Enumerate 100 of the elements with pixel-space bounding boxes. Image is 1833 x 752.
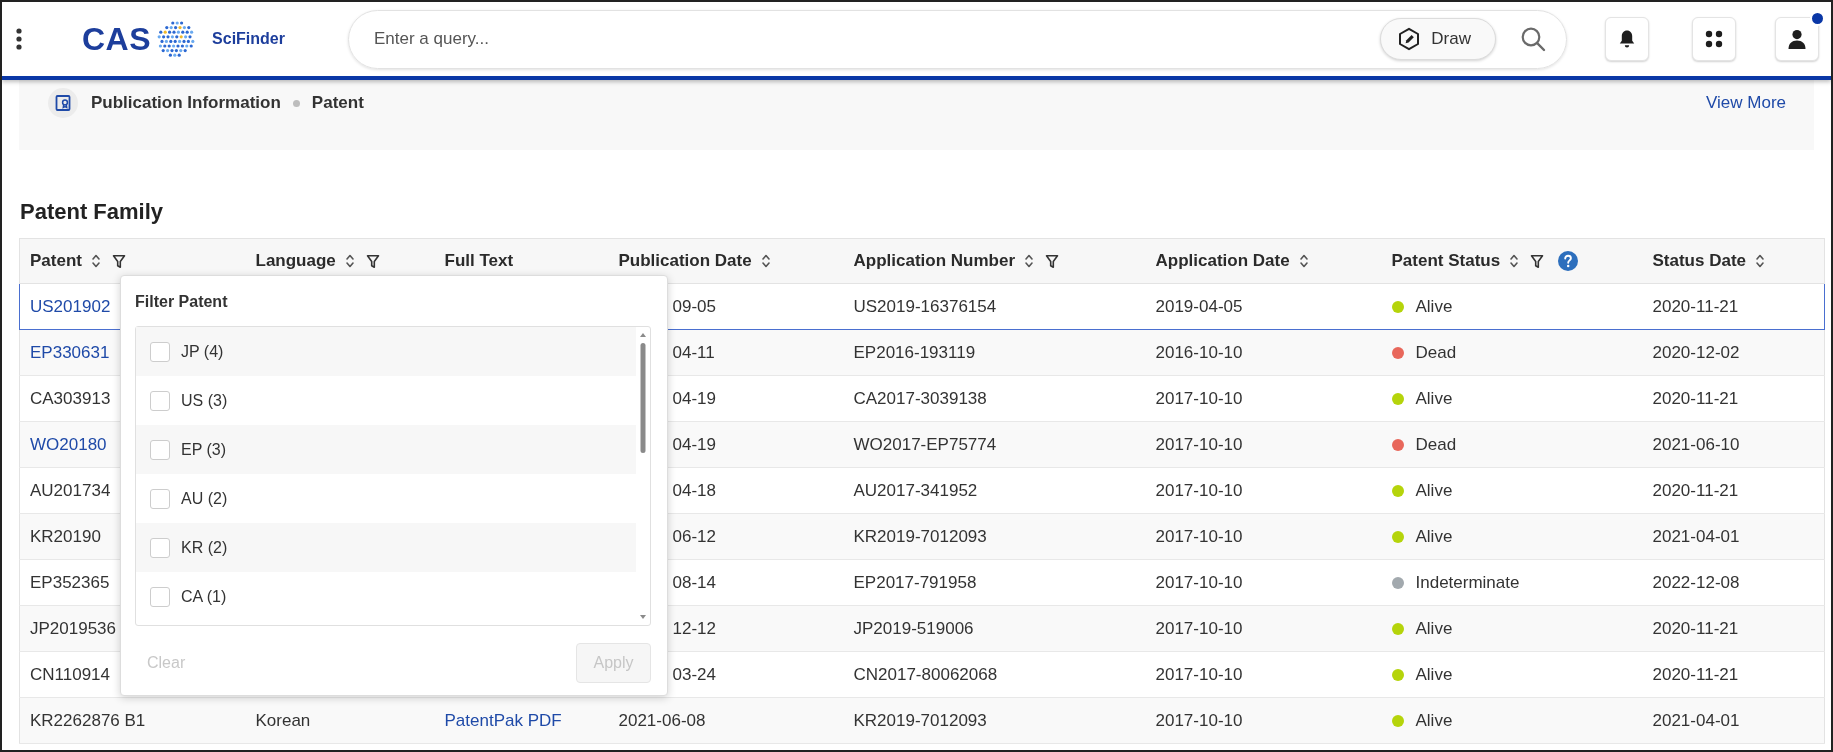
checkbox[interactable]	[150, 488, 170, 509]
document-icon	[48, 88, 78, 118]
popup-title: Filter Patent	[135, 292, 229, 312]
filter-option[interactable]: EP (3)	[136, 425, 636, 474]
column-header: Patent	[30, 250, 82, 273]
status-label: Alive	[1415, 618, 1453, 638]
sort-icon[interactable]	[760, 253, 771, 269]
status-label: Alive	[1415, 480, 1453, 500]
table-cell: 2019-04-05	[1145, 283, 1382, 330]
menu-icon[interactable]	[16, 28, 22, 50]
table-cell: 2021-04-01	[1642, 513, 1825, 560]
table-cell: 2017-10-10	[1145, 651, 1382, 698]
table-cell: KR2262876 B1	[19, 697, 246, 744]
section-title: Patent Family	[20, 199, 165, 225]
sort-icon[interactable]	[1024, 253, 1034, 269]
table-cell: 2016-10-10	[1145, 329, 1382, 376]
dot-sphere-icon	[157, 20, 196, 58]
table-cell: 2021-06-10	[1642, 421, 1825, 468]
table-row[interactable]: KR2262876 B1 Korean PatentPak PDF 2021-06-08 KR2019-7012093 2017-10-10 Alive 2021-04-01	[19, 697, 1825, 744]
table-cell: 2017-10-10	[1145, 421, 1382, 468]
table-cell: 2020-11-21	[1642, 283, 1825, 330]
table-cell: KR2019-7012093	[843, 513, 1146, 560]
status-label: Alive	[1415, 388, 1453, 408]
checkbox[interactable]	[150, 341, 170, 362]
option-label: US (3)	[181, 390, 228, 411]
option-label: KR (2)	[181, 537, 228, 558]
option-label: JP (4)	[181, 341, 224, 362]
table-cell: 2020-12-02	[1642, 329, 1825, 376]
option-label: AU (2)	[181, 488, 228, 509]
table-cell: US2019-16376154	[843, 283, 1146, 330]
status-label: Dead	[1415, 342, 1457, 362]
sort-icon[interactable]	[344, 253, 355, 269]
status-label: Indeterminate	[1415, 572, 1520, 592]
sort-icon[interactable]	[90, 253, 101, 269]
filter-icon[interactable]	[1045, 253, 1059, 269]
table-cell: 2017-10-10	[1145, 467, 1382, 514]
status-label: Alive	[1415, 296, 1453, 316]
separator-dot-icon	[292, 99, 300, 107]
table-cell: 2020-11-21	[1642, 467, 1825, 514]
patent-link[interactable]: US201902	[30, 296, 111, 316]
table-cell: AU2017-341952	[843, 467, 1146, 514]
checkbox[interactable]	[150, 586, 170, 607]
status-label: Dead	[1415, 434, 1457, 454]
table-cell: CN2017-80062068	[843, 651, 1146, 698]
filter-icon[interactable]	[111, 253, 126, 269]
checkbox[interactable]	[150, 439, 170, 460]
table-cell: 2017-10-10	[1145, 375, 1382, 422]
notifications-button[interactable]	[1605, 17, 1649, 61]
table-cell: 2017-10-10	[1145, 697, 1382, 744]
table-cell: JP2019-519006	[843, 605, 1146, 652]
sort-icon[interactable]	[1509, 253, 1520, 269]
sort-icon[interactable]	[1298, 253, 1309, 269]
table-cell: 2020-11-21	[1642, 605, 1825, 652]
column-header: Application Number	[853, 250, 1015, 273]
checkbox[interactable]	[150, 537, 170, 558]
four-dots-icon	[1704, 29, 1724, 49]
option-label: CA (1)	[181, 586, 227, 607]
table-cell: Korean	[245, 697, 435, 744]
table-cell: EP2016-193119	[843, 329, 1146, 376]
status-label: Alive	[1415, 526, 1453, 546]
table-cell: 2020-11-21	[1642, 375, 1825, 422]
search-icon[interactable]	[1520, 26, 1546, 52]
table-cell: 2020-11-21	[1642, 651, 1825, 698]
table-cell: 2022-12-08	[1642, 559, 1825, 606]
column-header: Publication Date	[618, 250, 752, 273]
column-header: Full Text	[444, 250, 514, 273]
filter-option[interactable]: KR (2)	[136, 523, 636, 572]
logo-text: CAS	[82, 23, 152, 55]
column-header: Application Date	[1155, 250, 1290, 273]
table-cell: 2017-10-10	[1145, 513, 1382, 560]
table-cell: 2017-10-10	[1145, 605, 1382, 652]
help-icon[interactable]	[1558, 251, 1579, 271]
patent-link[interactable]: WO20180	[30, 434, 107, 454]
table-cell: WO2017-EP75774	[843, 421, 1146, 468]
hexagon-pencil-icon	[1397, 27, 1422, 51]
draw-button[interactable]: Draw	[1380, 18, 1496, 60]
table-cell: CA2017-3039138	[843, 375, 1146, 422]
status-label: Alive	[1415, 664, 1453, 684]
filter-option[interactable]: JP (4)	[136, 327, 636, 376]
patent-link[interactable]: EP330631	[30, 342, 110, 362]
breadcrumb-item: Patent	[311, 92, 364, 115]
search-field[interactable]: Enter a query...	[349, 20, 1367, 58]
table-cell: 2017-10-10	[1145, 559, 1382, 606]
table-cell: EP2017-791958	[843, 559, 1146, 606]
column-header: Patent Status	[1391, 250, 1501, 273]
sort-icon[interactable]	[1755, 253, 1766, 269]
filter-icon[interactable]	[365, 253, 380, 269]
apps-button[interactable]	[1692, 17, 1736, 61]
checkbox[interactable]	[150, 390, 170, 411]
column-header: Status Date	[1652, 250, 1747, 273]
table-cell: 2021-06-08	[608, 697, 844, 744]
user-icon	[1787, 29, 1807, 49]
table-cell: KR2019-7012093	[843, 697, 1146, 744]
view-more-link[interactable]: View More	[1706, 88, 1786, 118]
column-header: Language	[255, 250, 336, 273]
table-cell: 2021-04-01	[1642, 697, 1825, 744]
filter-icon[interactable]	[1530, 253, 1545, 269]
option-label: EP (3)	[181, 439, 227, 460]
breadcrumb-item: Publication Information	[91, 92, 281, 115]
bell-icon	[1618, 29, 1636, 49]
